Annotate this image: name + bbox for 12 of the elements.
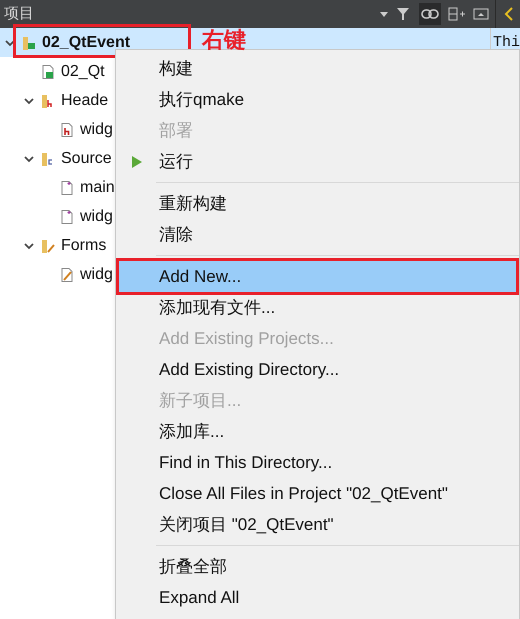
tree-label: widg (80, 266, 113, 282)
panel-title: 项目 (3, 4, 34, 24)
tree-label: widg (80, 122, 113, 138)
tree-label: 02_Qt (61, 64, 105, 80)
annotation-label: 右键 (202, 26, 246, 54)
tree-label: widg (80, 208, 113, 224)
tree-label: main (80, 180, 115, 196)
tree-label: Forms (61, 238, 106, 254)
editor-text: Thi (492, 34, 520, 51)
tree-label: 02_QtEvent (42, 34, 130, 50)
tree-label: Source (61, 150, 112, 166)
tree-label: Heade (61, 92, 108, 108)
